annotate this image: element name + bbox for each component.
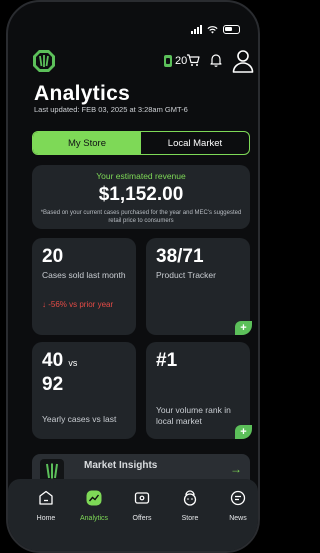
- cases-sold-value: 20: [42, 246, 64, 267]
- news-icon: [230, 490, 246, 506]
- revenue-label: Your estimated revenue: [96, 171, 186, 181]
- insights-title: Market Insights: [84, 460, 158, 471]
- tab-offers-label: Offers: [132, 515, 152, 522]
- status-bar: [8, 24, 258, 38]
- store-icon: [183, 490, 197, 506]
- bottom-tab-bar: Home Analytics Offers Store News: [8, 479, 258, 551]
- volume-rank-label: Your volume rank in local market: [156, 405, 231, 426]
- tab-store-label: Store: [181, 515, 199, 522]
- product-tracker-label: Product Tracker: [156, 270, 216, 280]
- cases-sold-label: Cases sold last month: [42, 270, 126, 280]
- cases-sold-card[interactable]: 20 Cases sold last month ↓ -56% vs prior…: [32, 238, 136, 335]
- header: 20: [28, 47, 254, 77]
- tab-analytics-label: Analytics: [79, 515, 108, 522]
- yearly-cases-vs: vs: [68, 358, 78, 368]
- product-tracker-add-button[interactable]: +: [235, 321, 252, 335]
- revenue-note: *Based on your current cases purchased f…: [40, 210, 242, 224]
- tab-store[interactable]: Store: [168, 489, 212, 522]
- yearly-cases-card[interactable]: 40 vs 92 Yearly cases vs last: [32, 342, 136, 439]
- analytics-icon: [86, 490, 102, 506]
- yearly-cases-current: 40: [42, 350, 64, 371]
- tab-home-label: Home: [36, 515, 56, 522]
- claw-logo-icon: [46, 463, 58, 479]
- offers-icon: [134, 492, 150, 504]
- volume-rank-card[interactable]: #1 Your volume rank in local market +: [146, 342, 252, 439]
- home-icon: [39, 490, 53, 505]
- tab-local-market[interactable]: Local Market: [141, 132, 249, 154]
- tab-news-label: News: [229, 515, 247, 522]
- cart-icon[interactable]: [186, 53, 200, 67]
- can-icon: [164, 55, 172, 67]
- page-title: Analytics: [34, 82, 131, 105]
- profile-icon[interactable]: [232, 49, 254, 73]
- product-tracker-card[interactable]: 38/71 Product Tracker +: [146, 238, 252, 335]
- store-market-toggle: My Store Local Market: [32, 131, 250, 155]
- last-updated: Last updated: FEB 03, 2025 at 3:28am GMT…: [34, 105, 188, 114]
- signal-icon: [191, 25, 202, 34]
- revenue-card: Your estimated revenue $1,152.00 *Based …: [32, 165, 250, 229]
- revenue-value: $1,152.00: [98, 184, 184, 205]
- yearly-cases-previous: 92: [42, 374, 64, 395]
- cases-badge[interactable]: 20: [164, 55, 187, 67]
- tab-my-store[interactable]: My Store: [33, 132, 141, 154]
- yearly-cases-label: Yearly cases vs last: [42, 414, 117, 424]
- status-icons: [191, 25, 240, 34]
- tab-home[interactable]: Home: [24, 489, 68, 522]
- phone-frame: 20 Analytics Last updated: FEB 03, 2025 …: [6, 0, 260, 553]
- tab-offers[interactable]: Offers: [120, 489, 164, 522]
- yearly-cases-value: 40 vs 92: [42, 350, 77, 396]
- cases-sold-change: ↓ -56% vs prior year: [42, 300, 114, 309]
- brand-logo-icon: [33, 50, 55, 72]
- wifi-icon: [207, 25, 218, 34]
- bell-icon[interactable]: [210, 53, 222, 67]
- product-tracker-value: 38/71: [156, 246, 204, 267]
- battery-icon: [223, 25, 240, 34]
- volume-rank-add-button[interactable]: +: [235, 425, 252, 439]
- arrow-right-icon: →: [230, 462, 242, 476]
- volume-rank-value: #1: [156, 350, 178, 371]
- tab-news[interactable]: News: [216, 489, 258, 522]
- tab-analytics[interactable]: Analytics: [72, 489, 116, 522]
